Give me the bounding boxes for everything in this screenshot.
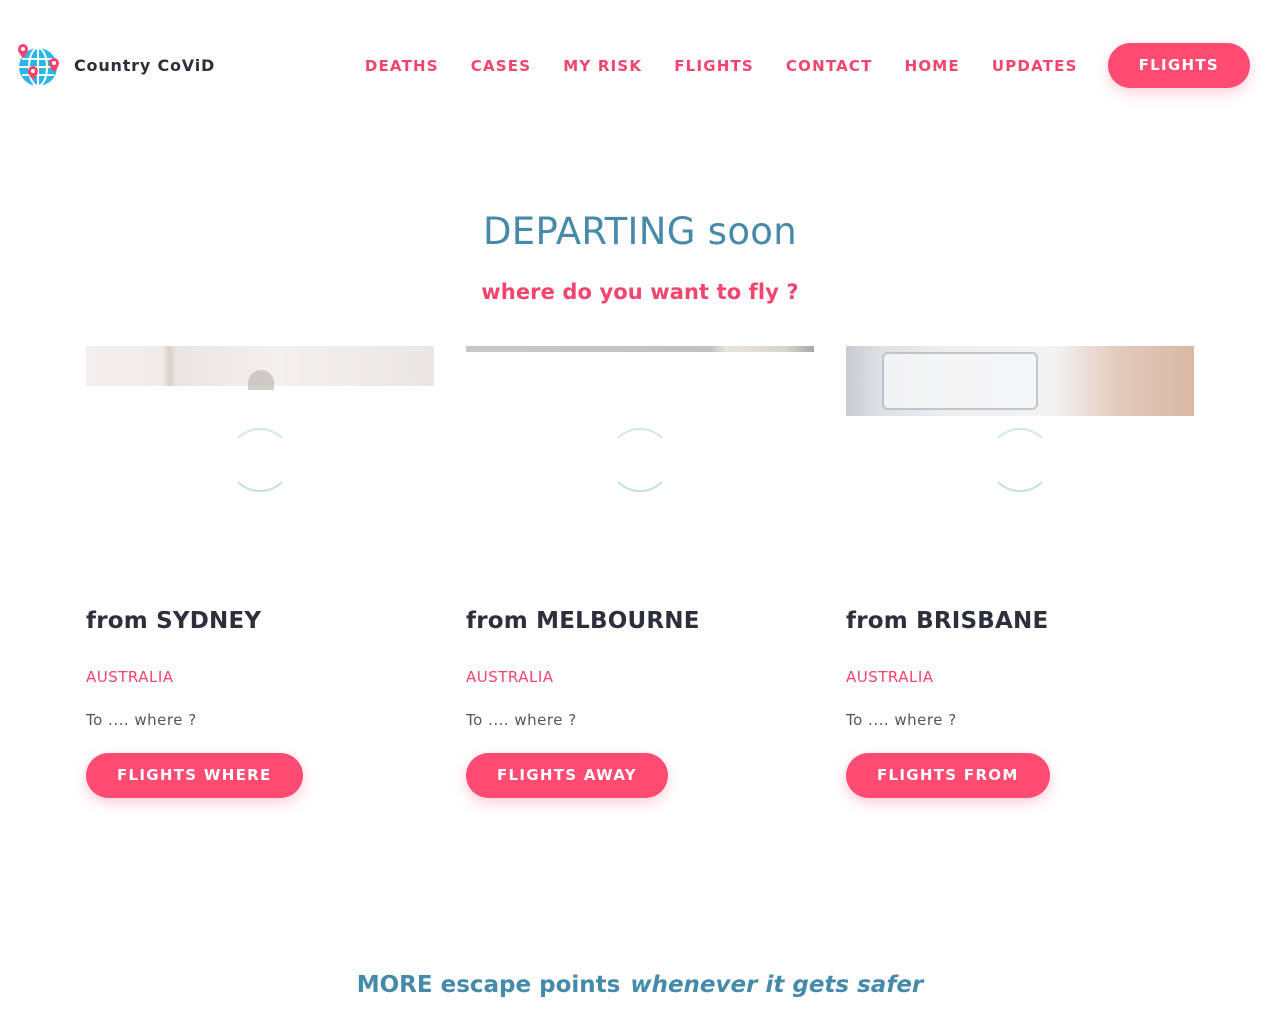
brand[interactable]: Country CoViD <box>16 42 215 88</box>
loading-spinner-icon <box>228 428 292 492</box>
card-country: AUSTRALIA <box>86 668 174 686</box>
card-text: To .... where ? <box>466 711 577 729</box>
card-sydney: from SYDNEY AUSTRALIA To .... where ? FL… <box>86 346 434 798</box>
laptop-screen <box>882 352 1038 410</box>
photo-strip <box>466 346 814 352</box>
departure-cards: from SYDNEY AUSTRALIA To .... where ? FL… <box>86 346 1194 798</box>
nav-link-home[interactable]: HOME <box>905 57 960 75</box>
nav-link-cases[interactable]: CASES <box>471 57 531 75</box>
card-melbourne: from MELBOURNE AUSTRALIA To .... where ?… <box>466 346 814 798</box>
card-text: To .... where ? <box>86 711 197 729</box>
photo-strip <box>846 346 1194 416</box>
site-header: Country CoViD DEATHS CASES MY RISK FLIGH… <box>0 0 1280 130</box>
flights-from-button[interactable]: FLIGHTS FROM <box>846 753 1050 798</box>
more-heading-lead: MORE escape points <box>356 972 621 998</box>
photo-strip <box>86 346 434 390</box>
card-title: from MELBOURNE <box>466 608 700 634</box>
globe-with-pins-icon[interactable] <box>16 42 62 88</box>
nav-link-deaths[interactable]: DEATHS <box>365 57 439 75</box>
nav-link-my-risk[interactable]: MY RISK <box>563 57 642 75</box>
card-image[interactable] <box>86 346 434 566</box>
card-text: To .... where ? <box>846 711 957 729</box>
card-image[interactable] <box>846 346 1194 566</box>
card-image[interactable] <box>466 346 814 566</box>
flights-where-button[interactable]: FLIGHTS WHERE <box>86 753 303 798</box>
more-heading: MORE escape points whenever it gets safer <box>0 972 1280 998</box>
person-silhouette <box>248 370 274 390</box>
loading-spinner-icon <box>988 428 1052 492</box>
page-title: DEPARTING soon <box>483 210 797 253</box>
nav-link-flights[interactable]: FLIGHTS <box>674 57 754 75</box>
more-heading-emphasis: whenever it gets safer <box>630 972 924 998</box>
page-subtitle: where do you want to fly ? <box>481 280 799 304</box>
nav-link-contact[interactable]: CONTACT <box>786 57 873 75</box>
flights-cta-button[interactable]: FLIGHTS <box>1107 43 1250 88</box>
card-country: AUSTRALIA <box>846 668 934 686</box>
nav-link-updates[interactable]: UPDATES <box>992 57 1078 75</box>
flights-away-button[interactable]: FLIGHTS AWAY <box>466 753 668 798</box>
card-title: from SYDNEY <box>86 608 262 634</box>
card-country: AUSTRALIA <box>466 668 554 686</box>
card-title: from BRISBANE <box>846 608 1049 634</box>
card-brisbane: from BRISBANE AUSTRALIA To .... where ? … <box>846 346 1194 798</box>
main-nav: DEATHS CASES MY RISK FLIGHTS CONTACT HOM… <box>365 43 1250 88</box>
loading-spinner-icon <box>608 428 672 492</box>
brand-name[interactable]: Country CoViD <box>74 56 215 75</box>
